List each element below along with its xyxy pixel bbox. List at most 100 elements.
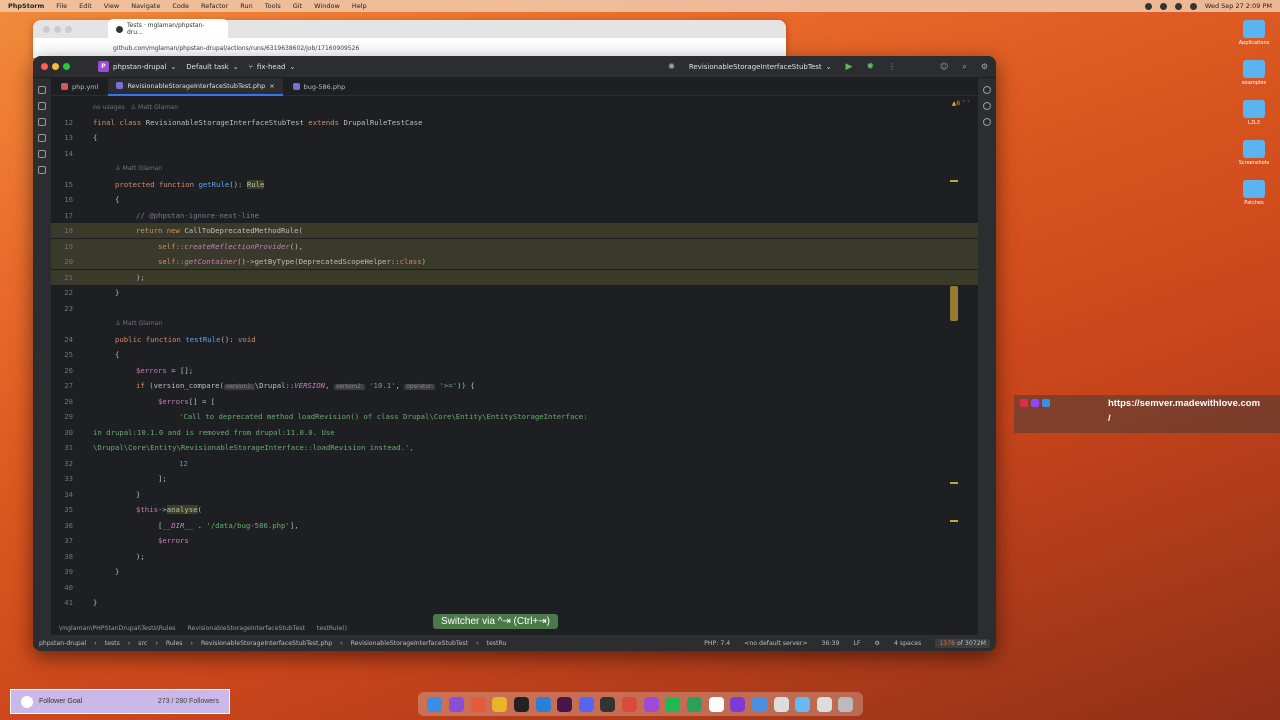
scrollbar-marker[interactable] xyxy=(950,180,958,182)
status-icon[interactable] xyxy=(1144,2,1152,10)
menubar-item-help[interactable]: Help xyxy=(352,2,367,10)
status-path-item[interactable]: RevisionableStorageInterfaceStubTest.php xyxy=(201,640,332,647)
desktop-folder[interactable]: examples xyxy=(1242,60,1266,86)
minimize-button[interactable] xyxy=(52,63,59,70)
task-selector[interactable]: Default task ⌄ xyxy=(186,63,238,71)
breadcrumb-item[interactable]: testRule() xyxy=(317,625,347,632)
browser-address-bar[interactable]: github.com/mglaman/phpstan-drupal/action… xyxy=(33,38,786,58)
minimize-button[interactable] xyxy=(54,25,61,33)
terminal-icon[interactable] xyxy=(513,696,529,712)
tab-php-yml[interactable]: php.yml xyxy=(53,78,106,96)
menubar-app-name[interactable]: PhpStorm xyxy=(8,2,44,10)
brave-icon[interactable] xyxy=(470,696,486,712)
scrollbar-marker[interactable] xyxy=(950,482,958,484)
breadcrumb-item[interactable]: RevisionableStorageInterfaceStubTest xyxy=(188,625,305,632)
status-icon[interactable] xyxy=(1159,2,1167,10)
browser-tab[interactable]: Tests · mglaman/phpstan-dru... xyxy=(108,19,228,39)
debug-icon[interactable]: ✹ xyxy=(866,62,874,72)
status-path-item[interactable]: src xyxy=(138,640,147,647)
desktop-folder[interactable]: L2L3 xyxy=(1243,100,1265,126)
usages-hint[interactable]: no usages ♙ Matt Glaman xyxy=(73,104,178,111)
php-version[interactable]: PHP: 7.4 xyxy=(704,640,730,647)
menubar-item-git[interactable]: Git xyxy=(293,2,302,10)
safari-icon[interactable] xyxy=(751,696,767,712)
wifi-icon[interactable] xyxy=(1174,2,1182,10)
menubar-item-edit[interactable]: Edit xyxy=(79,2,92,10)
notion-icon[interactable] xyxy=(708,696,724,712)
zoom-button[interactable] xyxy=(63,63,70,70)
menubar-item-file[interactable]: File xyxy=(56,2,67,10)
zoom-button[interactable] xyxy=(65,25,72,33)
phpstorm-icon[interactable] xyxy=(643,696,659,712)
slack-icon[interactable] xyxy=(557,696,573,712)
menubar-item-refactor[interactable]: Refactor xyxy=(201,2,228,10)
php-icon[interactable] xyxy=(38,166,46,174)
copilot-icon[interactable] xyxy=(983,118,991,126)
run-icon[interactable]: ▶ xyxy=(846,62,853,72)
breadcrumb-item[interactable]: \mglaman\PHPStanDrupal\Tests\Rules xyxy=(59,625,176,632)
tab-bug-586[interactable]: bug-586.php xyxy=(285,78,354,96)
menubar-item-navigate[interactable]: Navigate xyxy=(131,2,160,10)
more-icon[interactable]: ⋮ xyxy=(888,62,896,71)
bug-icon[interactable]: ✺ xyxy=(668,62,675,71)
scrollbar-marker[interactable] xyxy=(950,520,958,522)
menubar-item-window[interactable]: Window xyxy=(314,2,340,10)
tab-revisionable-storage-test[interactable]: RevisionableStorageInterfaceStubTest.php… xyxy=(108,77,283,96)
status-path-item[interactable]: tests xyxy=(105,640,120,647)
chrome-icon[interactable] xyxy=(492,696,508,712)
run-config-selector[interactable]: RevisionableStorageInterfaceStubTest ⌄ xyxy=(689,63,832,71)
menubar-item-run[interactable]: Run xyxy=(240,2,252,10)
git-icon[interactable] xyxy=(38,134,46,142)
folder-icon[interactable] xyxy=(38,86,46,94)
discord-icon[interactable] xyxy=(578,696,594,712)
structure-icon[interactable] xyxy=(38,118,46,126)
code-editor[interactable]: ▲6 ˄ ˅ no usages ♙ Matt Glaman 12 final c… xyxy=(51,96,978,621)
close-button[interactable] xyxy=(43,25,50,33)
status-path-item[interactable]: Rules xyxy=(166,640,183,647)
toolbox-icon[interactable] xyxy=(622,696,638,712)
gear-icon[interactable]: ⚙ xyxy=(874,640,880,647)
author-hint[interactable]: ♙ Matt Glaman xyxy=(73,320,163,327)
trash-icon[interactable] xyxy=(838,696,854,712)
podcasts-icon[interactable] xyxy=(448,696,464,712)
facetime-icon[interactable] xyxy=(687,696,702,712)
branch-selector[interactable]: ⑂ fix-head ⌄ xyxy=(249,63,296,71)
project-selector[interactable]: P phpstan-drupal ⌄ xyxy=(98,61,176,72)
desktop-folder[interactable]: Patches xyxy=(1243,180,1265,206)
search-icon[interactable]: ⌕ xyxy=(962,62,966,72)
line-ending[interactable]: LF xyxy=(853,640,860,647)
database-icon[interactable] xyxy=(983,102,991,110)
author-hint[interactable]: ♙ Matt Glaman xyxy=(73,165,163,172)
spotify-icon[interactable] xyxy=(665,696,681,712)
close-button[interactable] xyxy=(41,63,48,70)
finder-icon[interactable] xyxy=(427,696,443,712)
menubar-item-tools[interactable]: Tools xyxy=(265,2,281,10)
status-path-item[interactable]: testRu xyxy=(487,640,507,647)
user-icon[interactable]: ☺ xyxy=(940,62,948,71)
gear-icon[interactable]: ⚙ xyxy=(981,62,988,71)
indent-setting[interactable]: 4 spaces xyxy=(894,640,921,647)
obs-icon[interactable] xyxy=(730,696,746,712)
vscode-icon[interactable] xyxy=(535,696,551,712)
status-path-item[interactable]: RevisionableStorageInterfaceStubTest xyxy=(351,640,468,647)
cursor-position[interactable]: 36:39 xyxy=(822,640,840,647)
return-type: void xyxy=(238,335,256,344)
memory-indicator[interactable]: 1378 of 3072M xyxy=(935,638,990,648)
close-icon[interactable]: × xyxy=(269,82,274,90)
search-icon[interactable] xyxy=(1189,2,1197,10)
documents-icon[interactable] xyxy=(816,696,832,712)
scrollbar-thumb[interactable] xyxy=(950,286,958,321)
menubar-item-view[interactable]: View xyxy=(104,2,119,10)
status-path-item[interactable]: phpstan-drupal xyxy=(39,640,86,647)
desktop-folder[interactable]: Applications xyxy=(1239,20,1269,46)
github-icon[interactable] xyxy=(600,696,616,712)
bookmark-icon[interactable] xyxy=(38,150,46,158)
downloads-folder-icon[interactable] xyxy=(795,696,811,712)
menubar-item-code[interactable]: Code xyxy=(172,2,189,10)
commit-icon[interactable] xyxy=(38,102,46,110)
preview-icon[interactable] xyxy=(773,696,789,712)
server-selector[interactable]: <no default server> xyxy=(744,640,807,647)
menubar-datetime[interactable]: Wed Sep 27 2:09 PM xyxy=(1205,2,1272,10)
notifications-icon[interactable] xyxy=(983,86,991,94)
desktop-folder[interactable]: Screenshots xyxy=(1239,140,1269,166)
